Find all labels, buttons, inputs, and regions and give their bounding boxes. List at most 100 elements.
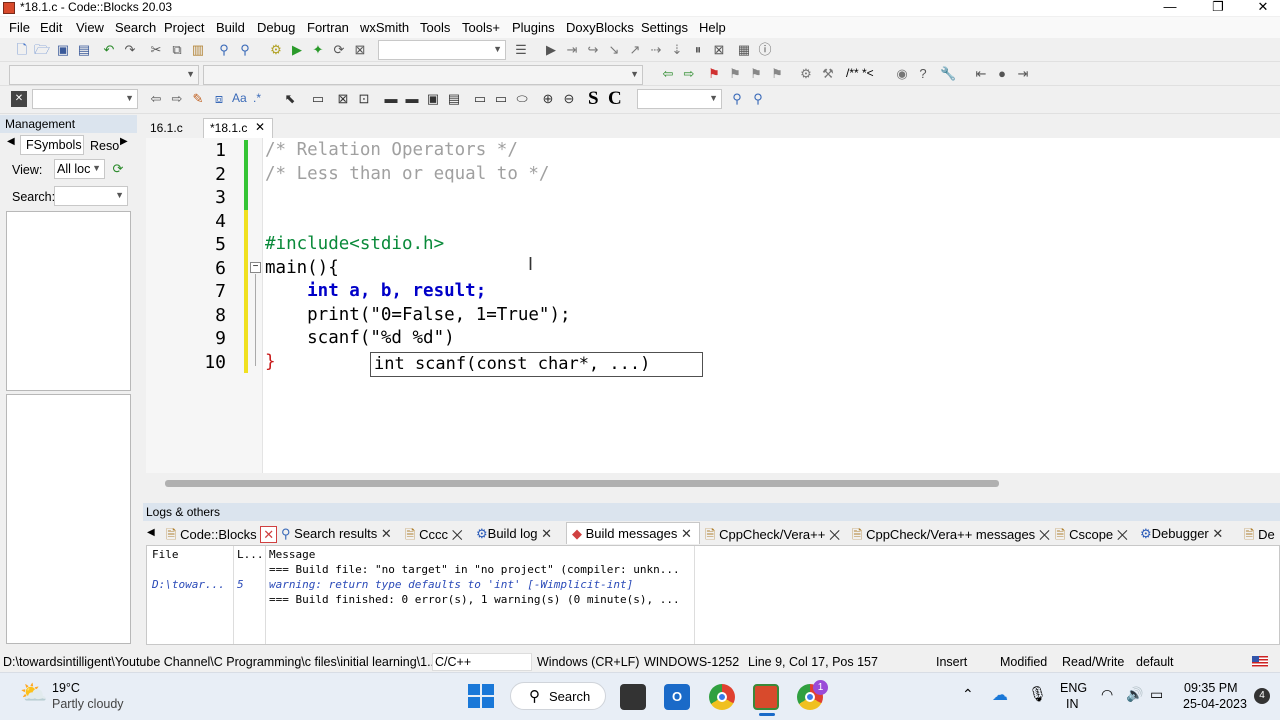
battery-icon[interactable]: ▭	[1150, 686, 1163, 703]
save-icon[interactable]: ▣	[55, 42, 71, 58]
symbol-search-combo[interactable]: ▼	[54, 186, 128, 206]
tab-resources[interactable]: Reso	[90, 139, 119, 153]
next-line-icon[interactable]: ↪	[585, 42, 601, 58]
clear-search-icon[interactable]: ✕	[11, 91, 27, 107]
pointer-icon[interactable]: ⬉	[282, 91, 298, 107]
tab-file-16-1[interactable]: 16.1.c	[144, 119, 189, 138]
incremental-search-combo[interactable]: ▼	[637, 89, 722, 109]
doxy-wizard-icon[interactable]: ⚙	[798, 66, 814, 82]
hscroll-thumb[interactable]	[165, 480, 999, 487]
build-target-combo[interactable]: ▼	[378, 40, 506, 60]
task-view-icon[interactable]	[620, 684, 646, 710]
log-message[interactable]: === Build finished: 0 error(s), 1 warnin…	[269, 593, 680, 606]
break-icon[interactable]: ▭	[472, 91, 488, 107]
zoom-in-icon[interactable]: ⊕	[540, 91, 556, 107]
menu-plugins[interactable]: Plugins	[512, 20, 555, 35]
find-prev-icon[interactable]: ⇦	[148, 91, 164, 107]
bookmark-prev-icon[interactable]: ⚑	[727, 66, 743, 82]
menu-debug[interactable]: Debug	[257, 20, 295, 35]
notification-badge[interactable]: 4	[1254, 688, 1270, 704]
menu-fortran[interactable]: Fortran	[307, 20, 349, 35]
menu-search[interactable]: Search	[115, 20, 156, 35]
taskbar-search-box[interactable]: ⚲ Search	[510, 682, 606, 710]
start-button-icon[interactable]	[468, 684, 494, 708]
fold-marker-icon[interactable]: −	[250, 262, 261, 273]
stop-debug-icon[interactable]: ⊠	[711, 42, 727, 58]
language-bottom[interactable]: IN	[1066, 697, 1079, 711]
nassi-s-button[interactable]: S	[588, 88, 599, 110]
refresh-symbols-icon[interactable]: ⟳	[110, 161, 126, 177]
volume-icon[interactable]: 🔊	[1126, 686, 1143, 703]
step-instruction-icon[interactable]: ⇣	[669, 42, 685, 58]
while-icon[interactable]: ▬	[404, 91, 420, 107]
paste-icon[interactable]: ▥	[190, 42, 206, 58]
doxy-extract-icon[interactable]: ⚒	[820, 66, 836, 82]
match-case-icon[interactable]: Aa	[232, 91, 247, 105]
menu-doxyblocks[interactable]: DoxyBlocks	[566, 20, 634, 35]
build-run-icon[interactable]: ✦	[310, 42, 326, 58]
regex-icon[interactable]: .*	[253, 91, 261, 105]
doxy-html-icon[interactable]: ◉	[894, 66, 910, 82]
nav-back-icon[interactable]: ⇤	[973, 66, 989, 82]
clock-time[interactable]: 09:35 PM	[1184, 681, 1238, 695]
search-icon[interactable]: ⚲	[729, 91, 745, 107]
menu-file[interactable]: File	[9, 20, 30, 35]
open-file-icon[interactable]: 🗁	[34, 42, 50, 58]
menu-build[interactable]: Build	[216, 20, 245, 35]
switch-icon[interactable]: ▤	[446, 91, 462, 107]
onedrive-icon[interactable]: ☁	[992, 685, 1008, 705]
menu-settings[interactable]: Settings	[641, 20, 688, 35]
build-gear-icon[interactable]: ⚙	[268, 42, 284, 58]
new-file-icon[interactable]: 🗋	[14, 42, 30, 58]
cut-icon[interactable]: ✂	[148, 42, 164, 58]
for-icon[interactable]: ▣	[425, 91, 441, 107]
bookmark-next-icon[interactable]: ⚑	[748, 66, 764, 82]
weather-desc[interactable]: Partly cloudy	[52, 697, 124, 711]
log-message[interactable]: warning: return type defaults to 'int' […	[269, 578, 633, 591]
menu-edit[interactable]: Edit	[40, 20, 62, 35]
menu-project[interactable]: Project	[164, 20, 204, 35]
minimize-button[interactable]: —	[1150, 0, 1190, 16]
close-tab-icon[interactable]: ✕	[255, 120, 265, 134]
view-combo[interactable]: All loc ▼	[54, 159, 105, 179]
symbols-members-list[interactable]	[6, 394, 131, 644]
jump-back-icon[interactable]: ⇦	[660, 66, 676, 82]
run-icon[interactable]: ▶	[289, 42, 305, 58]
replace-icon[interactable]: ⚲	[237, 42, 253, 58]
column-header-file[interactable]: File	[152, 548, 179, 561]
zoom-out-icon[interactable]: ⊖	[561, 91, 577, 107]
search-options-icon[interactable]: ⚲	[750, 91, 766, 107]
step-out-icon[interactable]: ↗	[627, 42, 643, 58]
wrench-icon[interactable]: 🔧	[940, 66, 956, 82]
select-icon[interactable]: ⧈	[211, 91, 227, 107]
close-window-button[interactable]: ✕	[1243, 0, 1280, 16]
logs-tab-search-results[interactable]: ⚲ Search results ✕	[281, 526, 392, 542]
tab-fsymbols[interactable]: FSymbols	[26, 138, 82, 152]
logs-tab-build-messages[interactable]: ◆ Build messages ✕	[572, 526, 692, 542]
outlook-icon[interactable]: O	[664, 684, 690, 710]
bookmark-clear-icon[interactable]: ⚑	[769, 66, 785, 82]
redo-icon[interactable]: ↷	[122, 42, 138, 58]
record-icon[interactable]: ●	[994, 66, 1010, 82]
copy-icon[interactable]: ⧉	[169, 42, 185, 58]
column-header-line[interactable]: L...	[237, 548, 264, 561]
microphone-icon[interactable]: 🎙	[1028, 685, 1047, 703]
menu-tools[interactable]: Tools	[420, 20, 450, 35]
find-icon[interactable]: ⚲	[216, 42, 232, 58]
language-top[interactable]: ENG	[1060, 681, 1087, 695]
menu-help[interactable]: Help	[699, 20, 726, 35]
logs-tab-build-log[interactable]: ⚙Build log ✕	[476, 526, 552, 542]
loop-icon[interactable]: ▬	[383, 91, 399, 107]
menu-view[interactable]: View	[76, 20, 104, 35]
scope-combo[interactable]: ▼	[9, 65, 199, 85]
log-line[interactable]: 5	[237, 578, 244, 591]
tray-overflow-icon[interactable]: ⌃	[962, 686, 974, 703]
clock-date[interactable]: 25-04-2023	[1183, 697, 1247, 711]
jump-forward-icon[interactable]: ⇨	[681, 66, 697, 82]
next-instruction-icon[interactable]: ⇢	[648, 42, 664, 58]
continue-icon[interactable]: ▭	[493, 91, 509, 107]
chrome-icon[interactable]	[709, 684, 735, 710]
rebuild-icon[interactable]: ⟳	[331, 42, 347, 58]
logs-tab-scroll-left-icon[interactable]: ◀	[147, 527, 155, 538]
bookmark-toggle-icon[interactable]: ⚑	[706, 66, 722, 82]
